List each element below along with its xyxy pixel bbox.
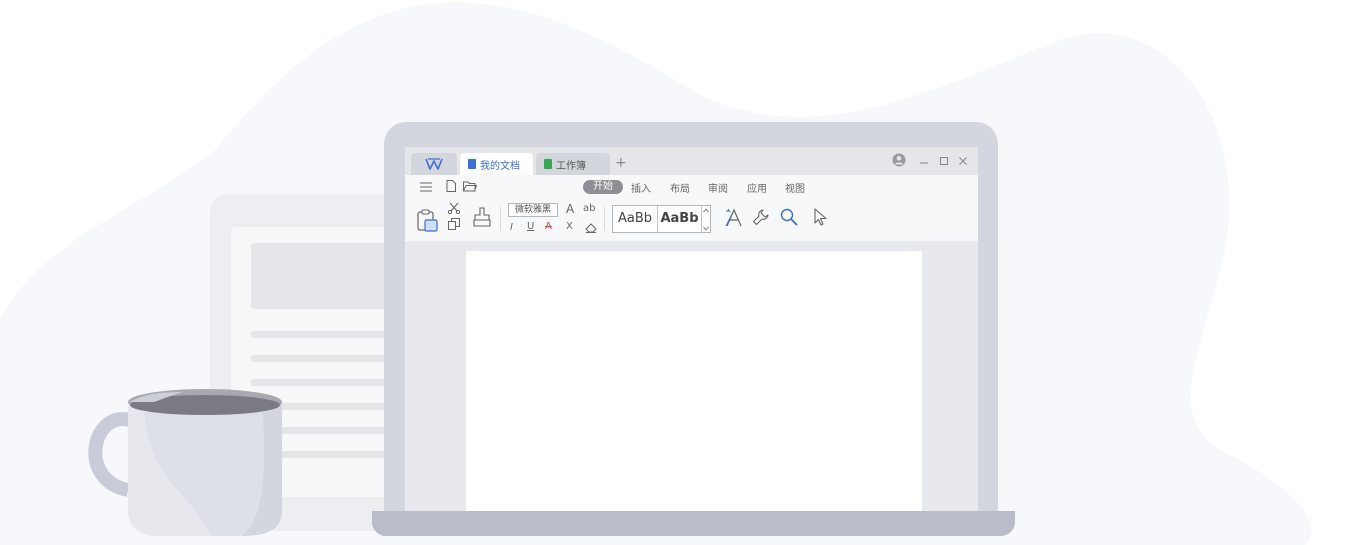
tab-workbook[interactable]: 工作簿 [536, 153, 610, 175]
subscript-button[interactable]: X [566, 221, 573, 232]
cut-icon[interactable] [447, 202, 461, 214]
ribbon-toolbar: 微软雅黑 A ab I U A X AaBb AaBb [405, 199, 978, 241]
chevron-up-icon [703, 208, 709, 213]
menu-item-view[interactable]: 视图 [785, 180, 805, 195]
menu-bar: 开始 插入 布局 审阅 应用 视图 [405, 175, 978, 199]
tablet-line [251, 355, 401, 362]
menu-item-insert[interactable]: 插入 [631, 180, 651, 195]
tab-label: 我的文档 [480, 160, 520, 172]
laptop-screen: 我的文档 工作簿 + 开始 插入 布局 审阅 应用 视图 微软雅黑 A ab I… [405, 147, 978, 518]
title-bar: 我的文档 工作簿 + [405, 147, 978, 175]
tab-label: 工作簿 [556, 160, 586, 172]
document-page[interactable] [466, 251, 922, 518]
style-gallery: AaBb AaBb [612, 205, 711, 233]
maximize-icon[interactable] [939, 156, 949, 166]
tablet-line [251, 331, 401, 338]
wps-logo-icon [425, 158, 443, 170]
paste-icon[interactable] [417, 209, 439, 233]
copy-icon[interactable] [448, 218, 460, 230]
font-name-select[interactable]: 微软雅黑 [508, 203, 558, 217]
menu-item-apps[interactable]: 应用 [747, 180, 767, 195]
style-heading-button[interactable]: AaBb [657, 206, 701, 232]
format-painter-icon[interactable] [473, 207, 491, 227]
new-file-icon[interactable] [446, 180, 456, 192]
coffee-mug [88, 389, 282, 536]
style-normal-button[interactable]: AaBb [613, 206, 657, 232]
menu-item-review[interactable]: 审阅 [708, 180, 728, 195]
toolbar-divider [604, 207, 605, 231]
tools-wrench-icon[interactable] [752, 208, 770, 226]
open-folder-icon[interactable] [463, 181, 477, 192]
text-effects-icon[interactable] [725, 208, 743, 228]
underline-button[interactable]: U [527, 221, 534, 232]
search-icon[interactable] [780, 208, 798, 226]
hamburger-menu-icon[interactable] [420, 182, 432, 192]
user-icon[interactable] [892, 153, 906, 167]
strikethrough-button[interactable]: A [545, 221, 552, 232]
chevron-down-icon [703, 226, 709, 231]
laptop-lid: 我的文档 工作簿 + 开始 插入 布局 审阅 应用 视图 微软雅黑 A ab I… [384, 122, 998, 518]
tab-my-documents[interactable]: 我的文档 [460, 153, 533, 175]
italic-button[interactable]: I [510, 222, 513, 233]
document-icon [468, 159, 476, 169]
new-tab-button[interactable]: + [615, 155, 627, 171]
eraser-icon[interactable] [585, 223, 597, 233]
minimize-icon[interactable] [919, 156, 929, 166]
menu-item-start[interactable]: 开始 [583, 180, 623, 194]
spacing-button[interactable]: ab [583, 203, 595, 214]
style-scroll[interactable] [701, 206, 710, 232]
toolbar-divider [500, 207, 501, 231]
home-tab[interactable] [411, 153, 457, 175]
font-size-button[interactable]: A [566, 202, 574, 216]
laptop-base [372, 511, 1015, 536]
close-icon[interactable] [958, 156, 968, 166]
select-cursor-icon[interactable] [814, 208, 828, 226]
tablet-card [251, 243, 401, 309]
menu-item-layout[interactable]: 布局 [670, 180, 690, 195]
spreadsheet-icon [544, 159, 552, 169]
